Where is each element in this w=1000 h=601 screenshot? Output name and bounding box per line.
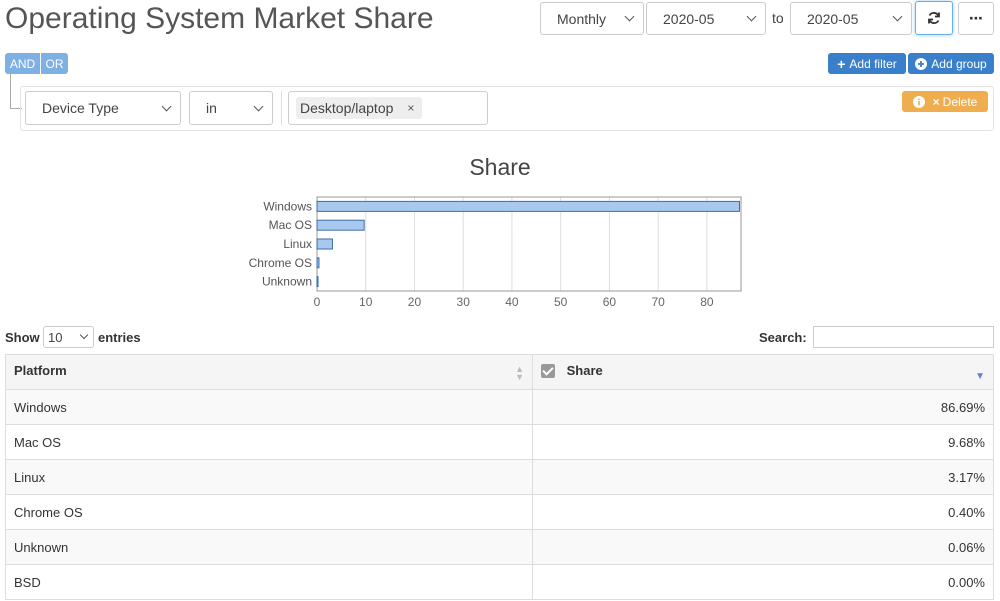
entries-label: entries bbox=[98, 330, 141, 345]
y-category-label: Mac OS bbox=[269, 218, 312, 232]
x-tick-label: 60 bbox=[603, 295, 617, 309]
checkbox-icon[interactable] bbox=[541, 364, 555, 379]
bar bbox=[316, 238, 333, 250]
date-to-value: 2020-05 bbox=[807, 10, 859, 27]
bar bbox=[316, 200, 740, 212]
table-header-row: Platform ▲ ▼ Share ▼ bbox=[5, 354, 994, 390]
filter-operator-select[interactable]: in bbox=[189, 91, 273, 125]
sort-both-icon: ▲ ▼ bbox=[515, 364, 524, 382]
y-category-label: Windows bbox=[263, 199, 312, 213]
share-cell: 86.69% bbox=[532, 389, 994, 425]
chevron-down-icon bbox=[746, 11, 757, 22]
share-cell: 0.00% bbox=[532, 564, 994, 600]
share-cell: 9.68% bbox=[532, 424, 994, 460]
share-cell: 0.06% bbox=[532, 529, 994, 565]
table-row: Mac OS 9.68% bbox=[5, 424, 994, 460]
filter-value-tag-label: Desktop/laptop bbox=[300, 100, 394, 116]
filter-value-input[interactable]: Desktop/laptop × bbox=[288, 91, 488, 125]
filter-operator-value: in bbox=[206, 100, 217, 116]
share-cell: 0.40% bbox=[532, 494, 994, 530]
share-cell: 3.17% bbox=[532, 459, 994, 495]
add-filter-label: Add filter bbox=[849, 56, 897, 71]
y-category-label: Linux bbox=[283, 237, 312, 251]
bar bbox=[316, 276, 319, 288]
delete-rule-button[interactable]: × Delete bbox=[902, 91, 988, 112]
and-toggle[interactable]: AND bbox=[5, 53, 40, 74]
chevron-down-icon bbox=[624, 11, 635, 22]
share-table: Platform ▲ ▼ Share ▼ Windows 86.69% Mac OS 9… bbox=[5, 354, 994, 600]
share-column-header[interactable]: Share ▼ bbox=[532, 354, 994, 390]
date-from-select[interactable]: 2020-05 bbox=[646, 2, 766, 35]
filter-field-select[interactable]: Device Type bbox=[25, 91, 181, 125]
table-row: Chrome OS 0.40% bbox=[5, 494, 994, 530]
x-tick-label: 40 bbox=[505, 295, 519, 309]
delete-label: Delete bbox=[942, 94, 978, 109]
refresh-icon bbox=[928, 12, 940, 24]
plus-circle-icon bbox=[915, 57, 928, 70]
chevron-down-icon bbox=[161, 101, 172, 111]
bar bbox=[316, 219, 365, 231]
add-group-label: Add group bbox=[931, 56, 987, 71]
x-tick-label: 10 bbox=[359, 295, 373, 309]
entries-select[interactable]: 10 bbox=[43, 326, 94, 348]
date-to-select[interactable]: 2020-05 bbox=[790, 2, 912, 35]
share-header-label: Share bbox=[566, 362, 603, 378]
refresh-button[interactable] bbox=[915, 1, 953, 35]
entries-value: 10 bbox=[48, 329, 63, 345]
x-tick-label: 70 bbox=[651, 295, 665, 309]
granularity-select[interactable]: Monthly bbox=[540, 2, 644, 35]
info-icon bbox=[912, 95, 925, 108]
add-group-button[interactable]: Add group bbox=[908, 53, 994, 74]
y-category-label: Unknown bbox=[262, 275, 312, 289]
close-icon: × bbox=[932, 94, 940, 109]
to-label: to bbox=[772, 10, 784, 26]
sort-desc-icon: ▼ bbox=[975, 370, 985, 382]
bar bbox=[316, 257, 320, 269]
x-tick-label: 30 bbox=[457, 295, 471, 309]
x-tick-label: 80 bbox=[700, 295, 714, 309]
y-category-label: Chrome OS bbox=[249, 256, 312, 270]
table-row: Windows 86.69% bbox=[5, 389, 994, 425]
platform-cell: Linux bbox=[5, 459, 533, 495]
page-title: Operating System Market Share bbox=[5, 2, 434, 35]
search-input[interactable] bbox=[813, 326, 994, 348]
platform-cell: BSD bbox=[5, 564, 533, 600]
or-toggle[interactable]: OR bbox=[41, 53, 68, 74]
remove-tag-icon[interactable]: × bbox=[407, 101, 414, 115]
divider bbox=[281, 91, 282, 125]
granularity-value: Monthly bbox=[557, 10, 607, 27]
filter-value-tag: Desktop/laptop × bbox=[296, 97, 423, 119]
ellipsis-icon: ⋯ bbox=[969, 10, 983, 26]
chevron-down-icon bbox=[253, 101, 264, 111]
plus-icon: + bbox=[837, 55, 846, 72]
platform-column-header[interactable]: Platform ▲ ▼ bbox=[5, 354, 533, 390]
chevron-down-icon bbox=[892, 11, 903, 22]
platform-cell: Chrome OS bbox=[5, 494, 533, 530]
table-row: Linux 3.17% bbox=[5, 459, 994, 495]
more-options-button[interactable]: ⋯ bbox=[958, 2, 994, 35]
show-label: Show bbox=[5, 330, 40, 345]
chevron-down-icon bbox=[79, 330, 89, 340]
bar-chart: 0 10 20 30 40 50 60 70 80 Windows Mac OS Linux Chrom… bbox=[249, 196, 742, 309]
table-row: Unknown 0.06% bbox=[5, 529, 994, 565]
platform-cell: Windows bbox=[5, 389, 533, 425]
filter-field-value: Device Type bbox=[42, 100, 119, 116]
x-tick-label: 0 bbox=[314, 295, 321, 309]
table-row: BSD 0.00% bbox=[5, 564, 994, 600]
date-from-value: 2020-05 bbox=[663, 10, 715, 27]
platform-cell: Unknown bbox=[5, 529, 533, 565]
add-filter-button[interactable]: + Add filter bbox=[828, 53, 906, 74]
chart-title: Share bbox=[469, 154, 531, 180]
search-label: Search: bbox=[759, 330, 807, 345]
platform-cell: Mac OS bbox=[5, 424, 533, 460]
platform-header-label: Platform bbox=[14, 363, 67, 378]
x-tick-label: 20 bbox=[408, 295, 422, 309]
x-tick-label: 50 bbox=[554, 295, 568, 309]
delete-action: × Delete bbox=[933, 95, 978, 109]
